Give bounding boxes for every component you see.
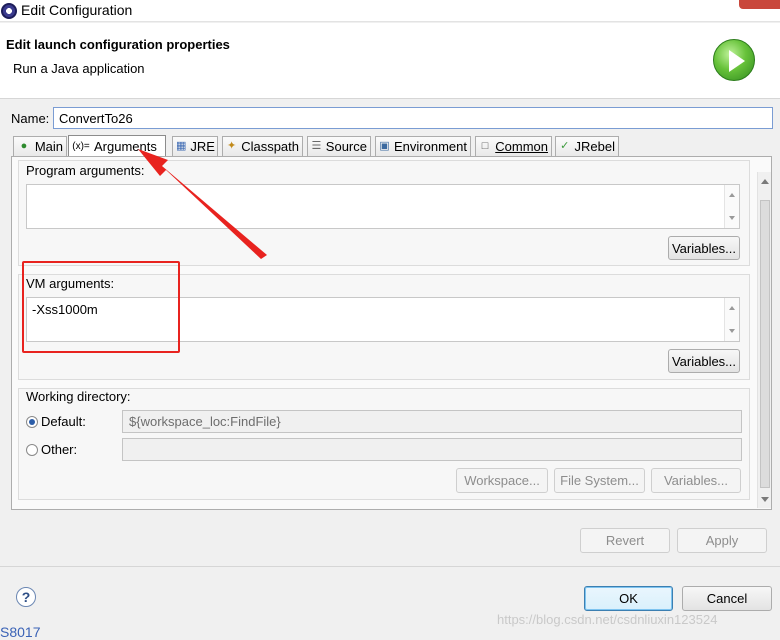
scroll-down-icon[interactable] [761,497,769,502]
stray-text: S8017 [0,624,41,640]
scroll-thumb[interactable] [760,200,770,488]
name-input[interactable] [53,107,773,129]
other-radio[interactable] [26,444,38,456]
source-tab-icon: ☰ [311,140,322,152]
name-label: Name: [11,111,50,126]
tab-jrebel[interactable]: ✓ JRebel [555,136,619,156]
revert-button[interactable]: Revert [580,528,670,553]
title-bar: Edit Configuration [0,0,780,22]
environment-tab-icon: ▣ [379,140,390,152]
cancel-button[interactable]: Cancel [682,586,772,611]
program-variables-button[interactable]: Variables... [668,236,740,260]
tab-common-label: Common [495,139,548,154]
header-subtitle: Run a Java application [13,61,145,76]
apply-button[interactable]: Apply [677,528,767,553]
tab-main-label: Main [34,139,63,154]
working-directory-label: Working directory: [26,389,131,404]
scroll-up-icon[interactable] [729,306,735,310]
main-tab-icon: ● [20,140,28,152]
file-system-button[interactable]: File System... [554,468,645,493]
program-arguments-label: Program arguments: [26,163,145,178]
default-radio[interactable] [26,416,38,428]
annotation-arrow [138,149,267,259]
tab-common[interactable]: □ Common [475,136,552,156]
tab-jrebel-label: JRebel [574,139,615,154]
tab-environment-label: Environment [394,139,467,154]
dialog-header: Edit launch configuration properties Run… [0,23,780,99]
working-variables-button[interactable]: Variables... [651,468,741,493]
ok-button[interactable]: OK [584,586,673,611]
footer-divider [0,566,780,567]
watermark: https://blog.csdn.net/csdnliuxin123524 [497,612,718,627]
vm-variables-button[interactable]: Variables... [668,349,740,373]
scroll-up-icon[interactable] [729,193,735,197]
common-tab-icon: □ [481,140,489,152]
tab-environment[interactable]: ▣ Environment [375,136,471,156]
workspace-button[interactable]: Workspace... [456,468,548,493]
window-title: Edit Configuration [21,2,133,18]
tab-source-label: Source [325,139,367,154]
scroll-down-icon[interactable] [729,216,735,220]
other-radio-label: Other: [41,442,78,457]
other-directory-field[interactable] [122,438,742,461]
scroll-down-icon[interactable] [729,329,735,333]
help-icon[interactable]: ? [16,587,36,607]
vm-arguments-highlight-box [22,261,180,353]
jrebel-tab-icon: ✓ [560,140,570,152]
program-arguments-scrollbar[interactable] [724,185,739,228]
panel-scrollbar[interactable] [757,172,771,508]
eclipse-icon [1,3,17,19]
header-title: Edit launch configuration properties [6,37,230,52]
run-icon [713,39,755,81]
tab-main[interactable]: ● Main [13,136,67,156]
scroll-up-icon[interactable] [761,179,769,184]
tab-source[interactable]: ☰ Source [307,136,371,156]
arguments-tab-icon: (x)= [72,141,90,152]
vm-arguments-scrollbar[interactable] [724,298,739,341]
default-radio-label: Default: [41,414,86,429]
close-window-button[interactable] [739,0,780,9]
default-directory-field: ${workspace_loc:FindFile} [122,410,742,433]
